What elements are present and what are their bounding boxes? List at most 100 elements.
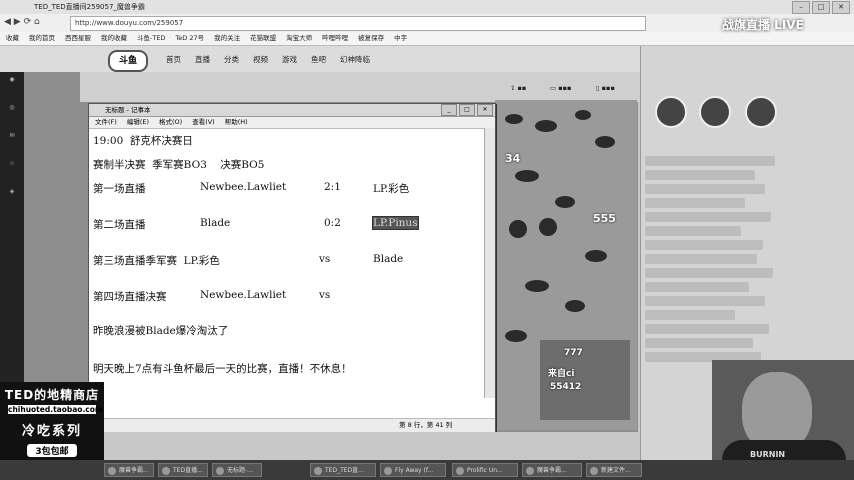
- sidebar-icon[interactable]: ◈: [0, 184, 24, 212]
- bookmark-item[interactable]: 斗鱼-TED: [137, 34, 165, 42]
- game-number: 555: [593, 212, 616, 225]
- taskbar-item[interactable]: 新建文件...: [586, 463, 642, 477]
- player-name: Newbee.Lawliet: [200, 181, 287, 193]
- sidebar-icon[interactable]: ✉: [0, 128, 24, 156]
- popup-number: 777: [564, 348, 583, 358]
- bookmark-item[interactable]: 哔哩哔哩: [322, 34, 348, 42]
- maximize-icon[interactable]: □: [812, 1, 830, 14]
- shop-series: 冷吃系列: [21, 424, 82, 439]
- text-line: 第二场直播 Blade 0:2 LP.Pinus: [93, 216, 419, 232]
- menu-item[interactable]: 编辑(E): [127, 118, 149, 126]
- share-icon[interactable]: ⇪ ▪▪: [510, 84, 526, 92]
- text-line: 第三场直播季军赛 LP.彩色 vs Blade: [93, 253, 403, 268]
- taskbar-item[interactable]: 魔兽争霸...: [522, 463, 582, 477]
- match-vs: vs: [319, 253, 331, 265]
- text-line: 第一场直播 Newbee.Lawliet 2:1 LP.彩色: [93, 181, 409, 196]
- notepad-status-bar: 第 8 行，第 41 列: [89, 418, 495, 432]
- match-label: 第一场直播: [93, 183, 146, 195]
- player-name: LP.彩色: [373, 183, 410, 195]
- sidebar-icon[interactable]: ☆: [0, 156, 24, 184]
- shop-badge: 3包包邮: [27, 444, 77, 457]
- taskbar-item[interactable]: Prolific Un...: [452, 463, 518, 477]
- phone-icon[interactable]: ▯ ▪▪▪: [596, 84, 615, 92]
- nav-item[interactable]: 视频: [253, 55, 268, 64]
- browser-title-bar: TED_TED直播间259057_魔兽争霸 – □ ✕: [0, 0, 854, 14]
- menu-item[interactable]: 帮助(H): [225, 118, 248, 126]
- bookmark-item[interactable]: TeD 27号: [175, 34, 204, 42]
- bookmark-item[interactable]: 花猫联盟: [250, 34, 276, 42]
- taskbar: 魔兽争霸... TED直播... 无标题-... TED_TED直... Fly…: [0, 460, 854, 480]
- text-line: 第四场直播决赛 Newbee.Lawliet vs: [93, 289, 330, 304]
- close-icon[interactable]: ✕: [477, 104, 493, 116]
- bookmark-item[interactable]: 我的关注: [214, 34, 240, 42]
- selected-text: LP.Pinus: [372, 216, 419, 230]
- nav-item[interactable]: 鱼吧: [311, 55, 326, 64]
- close-icon[interactable]: ✕: [832, 1, 850, 14]
- avatar[interactable]: [655, 96, 687, 128]
- nav-item[interactable]: 直播: [195, 55, 210, 64]
- taskbar-item[interactable]: 魔兽争霸...: [104, 463, 154, 477]
- tab-title[interactable]: TED_TED直播间259057_魔兽争霸: [34, 0, 145, 14]
- sidebar-icon[interactable]: ◎: [0, 100, 24, 128]
- avatar[interactable]: [745, 96, 777, 128]
- room-info-bar: ⇪ ▪▪ ▭ ▪▪▪ ▯ ▪▪▪: [80, 72, 640, 102]
- nav-buttons-icon[interactable]: ◀ ▶ ⟳ ⌂: [4, 17, 40, 27]
- bookmark-item[interactable]: 收藏: [6, 34, 19, 42]
- gift-bar: [104, 432, 640, 460]
- minimize-icon[interactable]: _: [441, 104, 457, 116]
- menu-item[interactable]: 查看(V): [192, 118, 215, 126]
- nav-item[interactable]: 首页: [166, 55, 181, 64]
- popup-number: 55412: [550, 382, 582, 392]
- url-input[interactable]: http://www.douyu.com/259057: [70, 16, 646, 31]
- site-nav: 首页 直播 分类 视频 游戏 鱼吧 幻神降临: [166, 54, 384, 65]
- player-name: Newbee.Lawliet: [200, 289, 287, 301]
- bookmark-item[interactable]: 淘宝大师: [286, 34, 312, 42]
- match-score: 0:2: [324, 217, 341, 229]
- sidebar-icon[interactable]: ◉: [0, 72, 24, 100]
- match-label: 第二场直播: [93, 219, 146, 231]
- gift-popup: 777 来自ci 55412: [540, 340, 630, 420]
- taskbar-item[interactable]: TED_TED直...: [310, 463, 376, 477]
- notepad-text-area[interactable]: 19:00 舒克杯决赛日 赛制半决赛 季军赛BO3 决赛BO5 第一场直播 New…: [89, 129, 495, 409]
- menu-item[interactable]: 文件(F): [95, 118, 117, 126]
- notepad-scrollbar[interactable]: [484, 128, 495, 398]
- player-name: Blade: [373, 253, 404, 265]
- avatar[interactable]: [699, 96, 731, 128]
- match-vs: vs: [319, 289, 331, 301]
- bookmark-item[interactable]: 西西星服: [65, 34, 91, 42]
- text-line: 明天晚上7点有斗鱼杯最后一天的比赛，直播！不休息！: [93, 363, 352, 375]
- nav-item[interactable]: 分类: [224, 55, 239, 64]
- player-name: Blade: [200, 217, 231, 229]
- shirt-text: BURNIN: [750, 450, 786, 459]
- bookmark-item[interactable]: 我的首页: [29, 34, 55, 42]
- notepad-title-bar: 无标题 - 记事本 _ □ ✕: [89, 104, 495, 117]
- bookmark-item[interactable]: 中字: [394, 34, 407, 42]
- minimize-icon[interactable]: –: [792, 1, 810, 14]
- taskbar-item[interactable]: Fly Away (f...: [380, 463, 446, 477]
- notepad-title: 无标题 - 记事本: [105, 106, 151, 114]
- text-line: 昨晚浪漫被Blade爆冷淘汰了: [93, 325, 229, 337]
- menu-item[interactable]: 格式(O): [159, 118, 182, 126]
- match-label: 第四场直播决赛: [93, 291, 167, 303]
- match-score: 2:1: [324, 181, 341, 193]
- nav-item[interactable]: 游戏: [282, 55, 297, 64]
- taskbar-item[interactable]: TED直播...: [158, 463, 208, 477]
- text-line: 赛制半决赛 季军赛BO3 决赛BO5: [93, 159, 265, 171]
- maximize-icon[interactable]: □: [459, 104, 475, 116]
- cursor-position: 第 8 行，第 41 列: [399, 421, 453, 429]
- left-sidebar: ◉ ◎ ✉ ☆ ◈: [0, 72, 24, 402]
- site-logo[interactable]: 斗鱼: [108, 50, 148, 72]
- nav-item[interactable]: 幻神降临: [340, 55, 370, 64]
- text-line: 19:00 舒克杯决赛日: [93, 135, 193, 147]
- client-icon[interactable]: ▭ ▪▪▪: [550, 84, 571, 92]
- watermark: 战旗直播 LIVE: [722, 18, 804, 32]
- taskbar-item[interactable]: 无标题-...: [212, 463, 262, 477]
- bookmarks-bar: 收藏 我的首页 西西星服 我的收藏 斗鱼-TED TeD 27号 我的关注 花猫联盟 淘宝大师 哔…: [0, 32, 854, 46]
- site-header: 斗鱼 首页 直播 分类 视频 游戏 鱼吧 幻神降临: [0, 46, 640, 72]
- notepad-window[interactable]: 无标题 - 记事本 _ □ ✕ 文件(F) 编辑(E) 格式(O) 查看(V) 帮助(H) …: [88, 103, 496, 433]
- bookmark-item[interactable]: 被复保存: [358, 34, 384, 42]
- popup-text: 来自ci: [548, 369, 575, 379]
- shop-url: chihuoted.taobao.com: [8, 405, 103, 414]
- bookmark-item[interactable]: 我的收藏: [101, 34, 127, 42]
- notepad-menu: 文件(F) 编辑(E) 格式(O) 查看(V) 帮助(H): [89, 117, 495, 129]
